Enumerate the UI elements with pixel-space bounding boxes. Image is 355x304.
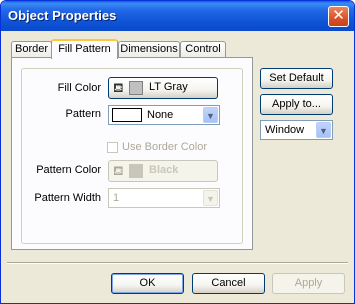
fill-color-label: Fill Color <box>57 82 101 94</box>
ok-button[interactable]: OK <box>111 273 184 294</box>
window-title: Object Properties <box>8 8 117 23</box>
tab-border-label: Border <box>14 43 49 55</box>
close-button[interactable]: ✕ <box>328 6 349 27</box>
apply-label: Apply <box>294 277 323 289</box>
apply-scope-select[interactable]: Window ▼ <box>260 120 333 140</box>
apply-to-label: Apply to... <box>272 98 321 110</box>
fill-color-swatch <box>129 81 143 95</box>
paint-bucket-icon: ⛾ <box>113 163 124 178</box>
object-properties-dialog: Object Properties ✕ Border Fill Pattern … <box>0 0 355 304</box>
apply-to-button[interactable]: Apply to... <box>260 94 333 115</box>
apply-scope-value: Window <box>265 124 305 136</box>
set-default-button[interactable]: Set Default <box>260 68 333 89</box>
footer-divider <box>7 262 348 264</box>
use-border-color-label: Use Border Color <box>122 141 207 153</box>
pattern-color-value: Black <box>149 164 179 176</box>
paint-bucket-icon: ⛾ <box>113 80 124 95</box>
pattern-select[interactable]: None ▼ <box>108 105 220 125</box>
tab-dimensions-label: Dimensions <box>120 43 178 55</box>
pattern-width-value: 1 <box>113 192 120 204</box>
pattern-width-label: Pattern Width <box>34 192 101 204</box>
tab-border[interactable]: Border <box>11 41 52 58</box>
pattern-color-swatch <box>129 164 143 178</box>
pattern-color-button[interactable]: ⛾ Black <box>108 160 218 182</box>
set-default-label: Set Default <box>269 72 324 84</box>
cancel-label: Cancel <box>211 277 246 289</box>
fill-color-value: LT Gray <box>149 81 188 93</box>
pattern-width-select[interactable]: 1 ▼ <box>108 188 220 208</box>
tab-fill-pattern-label: Fill Pattern <box>58 43 111 55</box>
chevron-down-icon[interactable]: ▼ <box>316 122 331 138</box>
tab-control[interactable]: Control <box>180 41 226 58</box>
tab-control-label: Control <box>185 43 221 55</box>
fill-color-button[interactable]: ⛾ LT Gray <box>108 77 218 99</box>
chevron-down-icon[interactable]: ▼ <box>203 190 218 206</box>
ok-label: OK <box>139 277 156 289</box>
pattern-swatch <box>112 108 142 122</box>
title-bar[interactable]: Object Properties ✕ <box>1 1 354 31</box>
fill-pattern-panel: Fill Color ⛾ LT Gray Pattern None ▼ Use … <box>11 57 253 250</box>
chevron-down-icon[interactable]: ▼ <box>203 107 218 123</box>
close-icon: ✕ <box>332 7 345 24</box>
tab-dimensions[interactable]: Dimensions <box>118 41 180 58</box>
apply-button[interactable]: Apply <box>272 273 345 294</box>
pattern-color-label: Pattern Color <box>36 164 101 176</box>
pattern-value: None <box>147 109 174 121</box>
tab-fill-pattern[interactable]: Fill Pattern <box>51 39 118 59</box>
cancel-button[interactable]: Cancel <box>192 273 265 294</box>
use-border-color-checkbox[interactable] <box>107 142 118 153</box>
pattern-label: Pattern <box>65 108 101 120</box>
